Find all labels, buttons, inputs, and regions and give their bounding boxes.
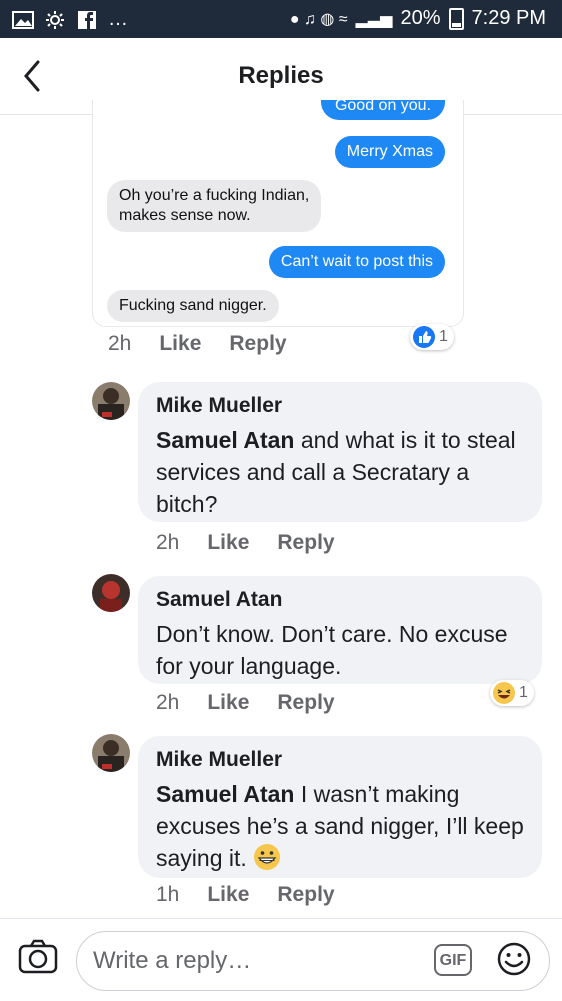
reply-composer: Write a reply… GIF (0, 918, 562, 1001)
comment-text: Samuel Atan I wasn’t making excuses he’s… (156, 778, 524, 874)
like-reaction-icon (413, 326, 435, 348)
avatar[interactable] (92, 382, 130, 420)
comment-author[interactable]: Samuel Atan (156, 588, 524, 612)
reply-input[interactable]: Write a reply… (76, 931, 550, 991)
message-bubble: Good on you. (321, 100, 445, 120)
reply-button[interactable]: Reply (277, 883, 334, 907)
emoji-icon[interactable] (496, 941, 532, 977)
reaction-summary[interactable]: 1 (490, 680, 534, 706)
status-bar: … ● ♫ ◍ ≈ ▂▃▅ 20% 7:29 PM (0, 0, 562, 38)
comment-bubble: Mike Mueller Samuel Atan I wasn’t making… (138, 736, 542, 878)
comment-text: Don’t know. Don’t care. No excuse for yo… (156, 618, 524, 682)
reply-button[interactable]: Reply (229, 332, 286, 356)
reply-button[interactable]: Reply (277, 531, 334, 555)
comment-time: 1h (156, 883, 180, 906)
page-title: Replies (238, 62, 324, 89)
reaction-count: 1 (519, 684, 528, 701)
status-icons: ● ♫ ◍ ≈ (289, 10, 348, 28)
avatar[interactable] (92, 574, 130, 612)
message-bubble: Oh you’re a fucking Indian, makes sense … (107, 180, 322, 232)
comment-author[interactable]: Mike Mueller (156, 394, 524, 418)
reaction-summary[interactable]: 1 (410, 324, 454, 350)
comment-time: 2h (156, 691, 180, 714)
gif-button[interactable]: GIF (434, 944, 472, 976)
comment-actions: 2h Like Reply (156, 691, 335, 715)
comment-body: Don’t know. Don’t care. No excuse for yo… (156, 621, 508, 679)
battery-icon (448, 7, 464, 30)
grinning-emoji-icon (254, 844, 281, 870)
battery-percent: 20% (400, 7, 441, 29)
comment-actions: 2h Like Reply (108, 332, 287, 356)
comment-time: 2h (156, 531, 180, 554)
facebook-icon (78, 10, 96, 29)
like-button[interactable]: Like (159, 332, 201, 356)
haha-reaction-icon (493, 682, 515, 704)
message-bubble: Can’t wait to post this (268, 246, 445, 278)
comment-actions: 1h Like Reply (156, 883, 335, 907)
reply-button[interactable]: Reply (277, 691, 334, 715)
camera-icon[interactable] (18, 939, 58, 975)
like-button[interactable]: Like (207, 883, 249, 907)
clock: 7:29 PM (471, 7, 546, 29)
message-bubble: Merry Xmas (334, 136, 445, 168)
comment-actions: 2h Like Reply (156, 531, 335, 555)
comment-time: 2h (108, 332, 132, 355)
reaction-count: 1 (439, 328, 448, 345)
signal-icon: ▂▃▅ (355, 10, 393, 28)
attached-screenshot[interactable]: Good on you. Merry Xmas Oh you’re a fuck… (92, 100, 464, 327)
comment-bubble: Samuel Atan Don’t know. Don’t care. No e… (138, 576, 542, 684)
comment-text: Samuel Atan and what is it to steal serv… (156, 424, 524, 520)
mention-link[interactable]: Samuel Atan (156, 781, 294, 807)
comment-bubble: Mike Mueller Samuel Atan and what is it … (138, 382, 542, 522)
comment-author[interactable]: Mike Mueller (156, 748, 524, 772)
gallery-icon (12, 10, 34, 29)
brightness-icon (46, 10, 64, 29)
mention-link[interactable]: Samuel Atan (156, 427, 294, 453)
like-button[interactable]: Like (207, 691, 249, 715)
avatar[interactable] (92, 734, 130, 772)
like-button[interactable]: Like (207, 531, 249, 555)
message-bubble: Fucking sand nigger. (107, 290, 279, 322)
more-notifications-icon: … (108, 8, 128, 30)
